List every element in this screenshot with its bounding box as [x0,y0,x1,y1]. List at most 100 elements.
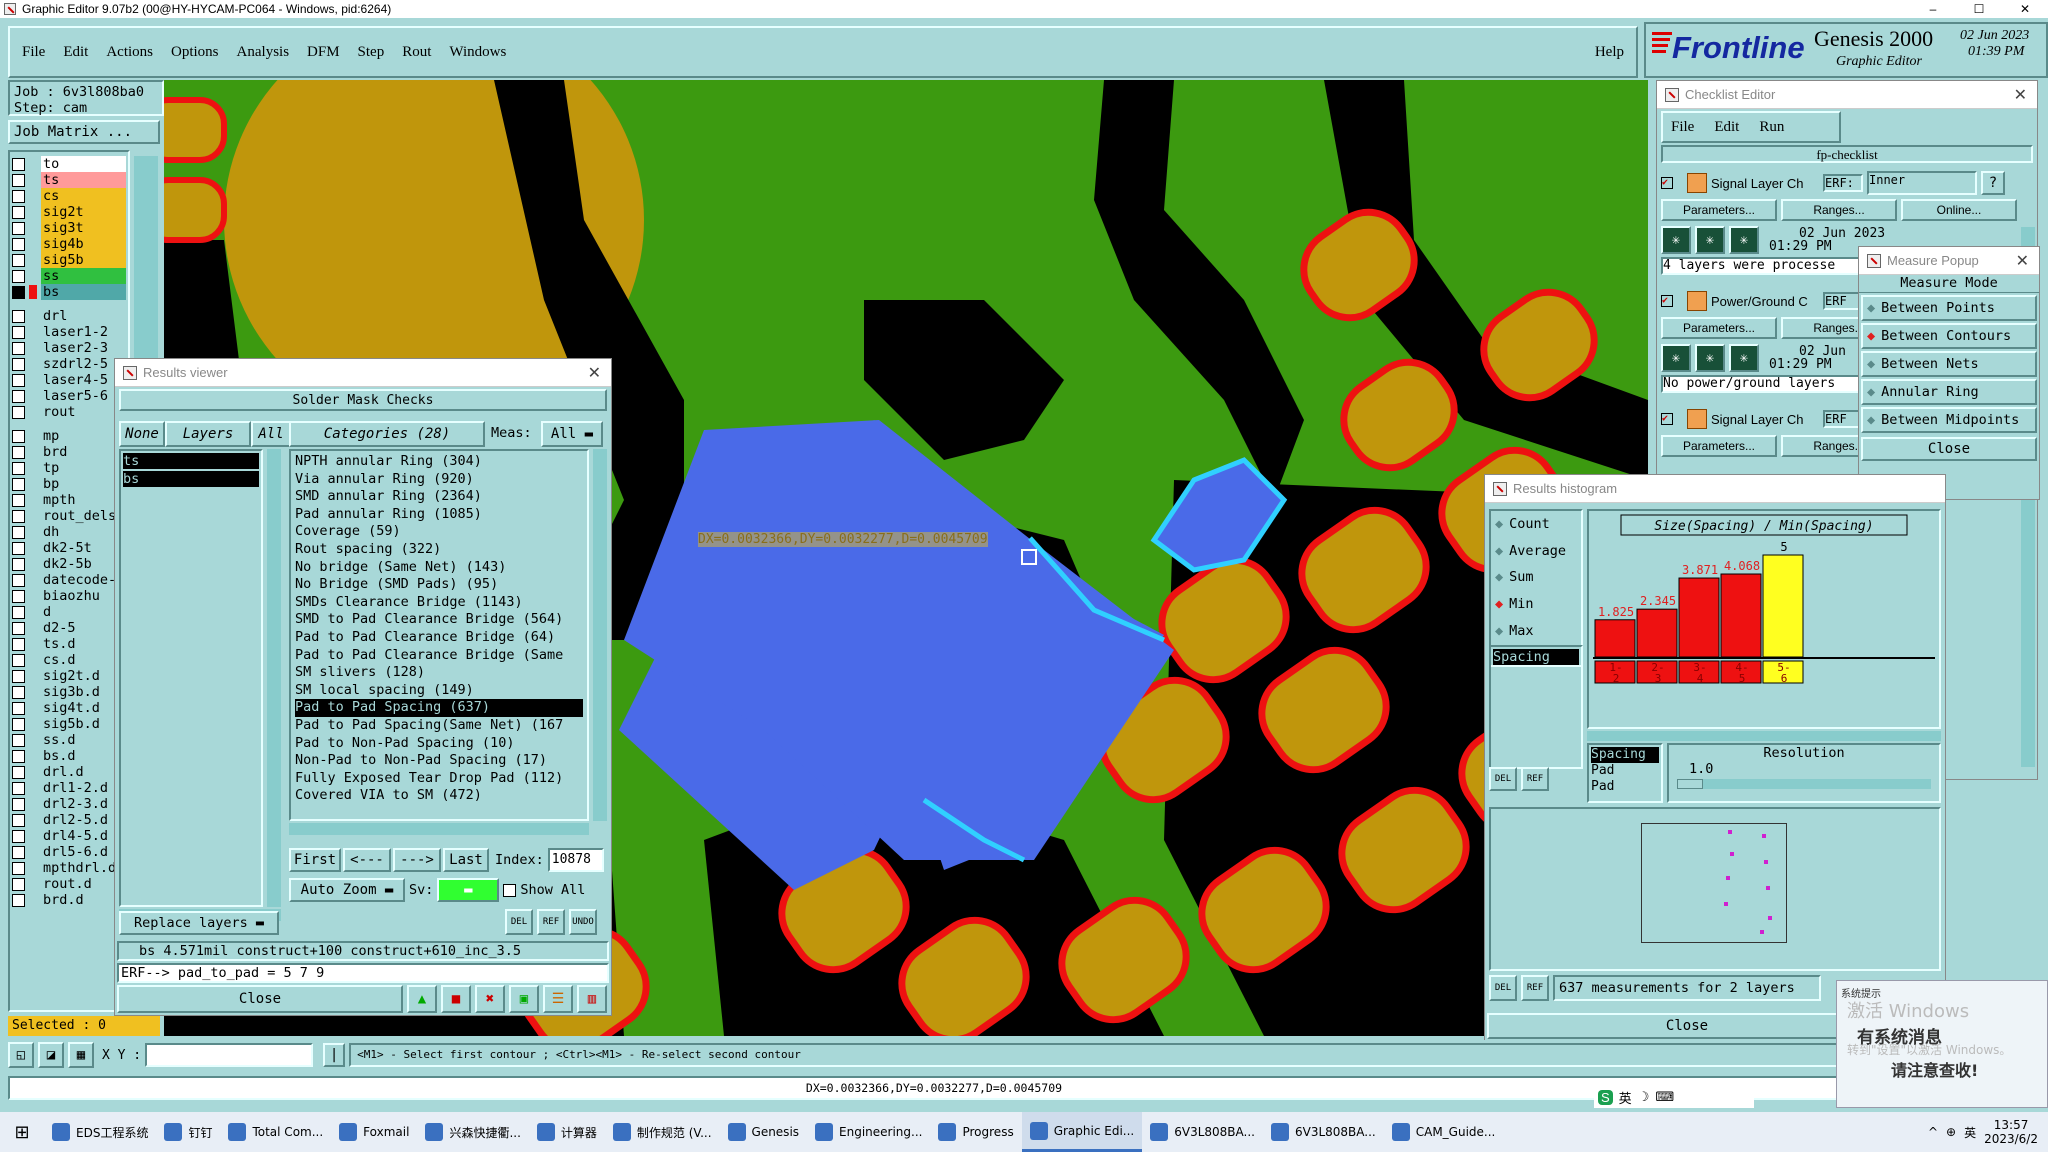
run-action-icon[interactable]: ✳ [1729,226,1759,254]
category-item[interactable]: Fully Exposed Tear Drop Pad (112) [295,770,583,788]
export-icon[interactable]: ▣ [509,985,539,1013]
job-matrix-button[interactable]: Job Matrix ... [8,120,160,144]
layer-row[interactable]: drl5-6.d [12,844,126,860]
layer-checkbox[interactable] [12,813,25,827]
category-item[interactable]: Pad to Pad Clearance Bridge (Same [295,647,583,665]
snap-icon[interactable]: ◱ [8,1042,34,1068]
category-item[interactable]: SMD to Pad Clearance Bridge (564) [295,611,583,629]
category-item[interactable]: No bridge (Same Net) (143) [295,559,583,577]
layer-row[interactable]: to [12,156,126,172]
tray-lang[interactable]: 英 [1964,1124,1976,1141]
measure-option[interactable]: ◆ Between Midpoints [1861,407,2037,433]
results-close-button[interactable]: Close [117,985,403,1013]
layer-checkbox[interactable] [12,461,25,475]
results-layer-item[interactable]: ts [123,453,259,469]
category-item[interactable]: SMDs Clearance Bridge (1143) [295,594,583,612]
results-layer-item[interactable]: bs [123,471,259,487]
hist-del-button[interactable]: DEL [1489,767,1517,791]
layer-checkbox[interactable] [12,477,25,491]
all-button[interactable]: All [251,421,291,447]
taskbar-item[interactable]: 6V3L808BA... [1142,1112,1263,1152]
category-item[interactable]: SMD annular Ring (2364) [295,488,583,506]
tray-network-icon[interactable]: ⊕ [1946,1125,1956,1139]
run-action-icon[interactable]: ✳ [1729,344,1759,372]
taskbar-item[interactable]: Foxmail [331,1112,417,1152]
layer-row[interactable]: brd.d [12,892,126,908]
online-button[interactable]: Online... [1901,199,2017,221]
row-enable-checkbox[interactable]: ✔ [1661,177,1673,189]
histogram-bar[interactable] [1762,554,1804,658]
measure-option[interactable]: ◆ Annular Ring [1861,379,2037,405]
layer-checkbox[interactable] [12,877,25,891]
layer-checkbox[interactable] [12,765,25,779]
minimize-button[interactable]: – [1910,2,1956,16]
layer-row[interactable]: sig4b [12,236,126,252]
layer-checkbox[interactable] [12,285,25,299]
layer-checkbox[interactable] [12,157,25,171]
histogram-mode-option[interactable]: ◆ Count [1491,511,1581,538]
taskbar-item[interactable]: 6V3L808BA... [1263,1112,1384,1152]
ime-lang[interactable]: 英 [1619,1088,1632,1107]
ref-button[interactable]: REF [537,909,565,935]
layer-row[interactable]: mpth [12,492,126,508]
layer-row[interactable]: bp [12,476,126,492]
layer-checkbox[interactable] [12,269,25,283]
category-item[interactable]: Non-Pad to Non-Pad Spacing (17) [295,752,583,770]
ime-logo-icon[interactable]: S [1598,1089,1613,1105]
layer-checkbox[interactable] [12,685,25,699]
histogram-hscroll[interactable] [1587,731,1941,741]
record-icon[interactable]: ■ [441,985,471,1013]
layer-checkbox[interactable] [12,429,25,443]
category-item[interactable]: Pad annular Ring (1085) [295,506,583,524]
layer-row[interactable]: d2-5 [12,620,126,636]
first-button[interactable]: First [289,848,341,872]
layer-row[interactable]: sig2t.d [12,668,126,684]
erf-value[interactable]: Inner [1867,171,1977,195]
layer-row[interactable]: rout.d [12,876,126,892]
sv-color-dropdown[interactable]: ▬ [437,878,500,902]
checklist-close-icon[interactable]: ✕ [2014,85,2027,105]
layers-button[interactable]: Layers [165,421,251,447]
measure-option[interactable]: ◆ Between Nets [1861,351,2037,377]
layer-row[interactable]: sig3t [12,220,126,236]
layer-row[interactable]: ts.d [12,636,126,652]
xy-input[interactable] [145,1043,314,1067]
layer-checkbox[interactable] [12,445,25,459]
results-viewer-close-icon[interactable]: ✕ [588,363,601,383]
hist-ref-button[interactable]: REF [1521,767,1549,791]
measure-option[interactable]: ◆ Between Contours [1861,323,2037,349]
layer-row[interactable]: d [12,604,126,620]
histogram-bar[interactable] [1678,577,1720,658]
layer-row[interactable]: szdrl2-5 [12,356,126,372]
layer-checkbox[interactable] [12,637,25,651]
layer-checkbox[interactable] [12,357,25,371]
layer-checkbox[interactable] [12,541,25,555]
layer-row[interactable]: dk2-5t [12,540,126,556]
layer-checkbox[interactable] [12,341,25,355]
taskbar-item[interactable]: 计算器 [529,1112,605,1152]
histogram-bar[interactable] [1720,573,1762,658]
layer-row[interactable]: ts [12,172,126,188]
cursor-mode-icon[interactable]: | [323,1043,346,1067]
solder-mask-checks-header[interactable]: Solder Mask Checks [119,389,607,411]
layer-row[interactable]: mpthdrl.d [12,860,126,876]
layer-list-vscroll[interactable] [267,449,281,907]
menu-step[interactable]: Step [358,44,385,61]
taskbar-item[interactable]: Engineering... [807,1112,930,1152]
field-spacing[interactable]: Spacing [1591,747,1659,763]
system-notification[interactable]: 系统提示 激活 Windows 有系统消息 转到"设置"以激活 Windows。… [1836,980,2048,1108]
taskbar-item[interactable]: Graphic Edi... [1021,1112,1143,1152]
layer-checkbox[interactable] [12,669,25,683]
layer-row[interactable]: rout [12,404,126,420]
layer-checkbox[interactable] [12,701,25,715]
layer-row[interactable]: drl.d [12,764,126,780]
category-item[interactable]: Rout spacing (322) [295,541,583,559]
ime-keyboard-icon[interactable]: ⌨ [1655,1089,1674,1105]
taskbar-item[interactable]: 钉钉 [156,1112,220,1152]
run-action-icon[interactable]: ✳ [1661,226,1691,254]
layer-row[interactable]: sig5b [12,252,126,268]
layer-checkbox[interactable] [12,373,25,387]
layer-row[interactable]: sig5b.d [12,716,126,732]
grid-icon[interactable]: ▦ [68,1042,94,1068]
layer-row[interactable]: dk2-5b [12,556,126,572]
